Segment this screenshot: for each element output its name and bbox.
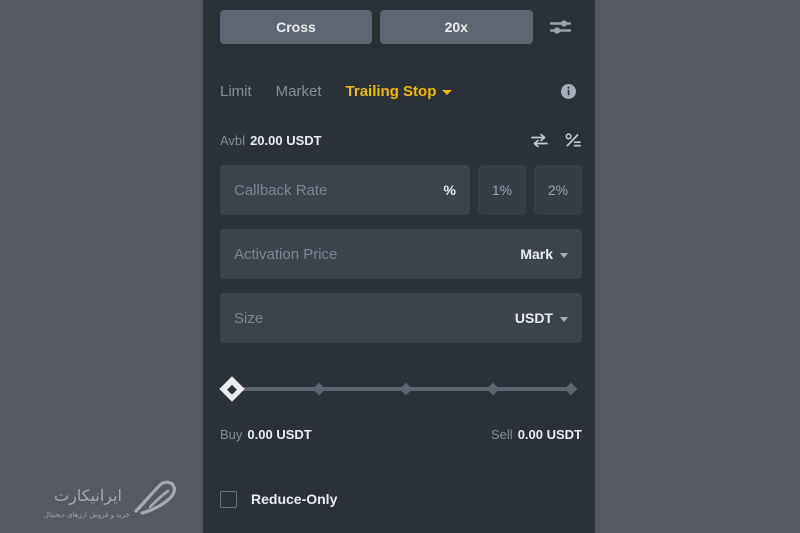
sell-cost-group: Sell 0.00 USDT: [491, 427, 582, 442]
chevron-down-icon: [560, 252, 568, 258]
callback-rate-input[interactable]: Callback Rate %: [220, 165, 470, 215]
available-balance-label: Avbl: [220, 132, 246, 148]
tab-limit[interactable]: Limit: [220, 83, 252, 100]
size-row: Size USDT: [220, 293, 582, 343]
balance-action-icons: [530, 131, 582, 149]
trading-order-panel: Cross 20x Limit Market Trailing Stop Avb…: [203, 0, 595, 533]
buy-value: 0.00 USDT: [247, 426, 312, 442]
reduce-only-row[interactable]: Reduce-Only: [220, 487, 582, 511]
quick-percent-1-button[interactable]: 1%: [478, 165, 526, 215]
callback-rate-placeholder: Callback Rate: [234, 181, 328, 199]
size-unit: USDT: [514, 310, 553, 326]
available-balance-value: 20.00 USDT: [250, 132, 322, 148]
percent-split-icon[interactable]: [564, 131, 582, 149]
reduce-only-checkbox[interactable]: [220, 490, 237, 508]
slider-handle[interactable]: [219, 376, 245, 402]
info-circle-icon[interactable]: [558, 81, 578, 101]
activation-price-unit-selector[interactable]: Mark: [520, 246, 568, 262]
tab-trailing-stop[interactable]: Trailing Stop: [346, 83, 437, 100]
chevron-down-icon: [560, 316, 568, 322]
callback-rate-row: Callback Rate % 1% 2%: [220, 165, 582, 215]
transfer-swap-icon[interactable]: [530, 131, 548, 149]
buy-label: Buy: [220, 426, 243, 442]
buy-cost-group: Buy 0.00 USDT: [220, 427, 312, 442]
size-placeholder: Size: [234, 309, 264, 327]
activation-price-placeholder: Activation Price: [234, 245, 338, 263]
slider-stop-50[interactable]: [399, 382, 413, 396]
sell-value: 0.00 USDT: [517, 426, 582, 442]
activation-price-unit: Mark: [520, 246, 553, 262]
size-percent-slider[interactable]: [219, 376, 582, 402]
settings-sliders-icon[interactable]: [545, 10, 578, 44]
available-balance-row: Avbl 20.00 USDT: [220, 130, 582, 150]
reduce-only-label: Reduce-Only: [251, 491, 338, 507]
leverage-button[interactable]: 20x: [379, 10, 533, 44]
slider-stop-100[interactable]: [564, 382, 578, 396]
size-input[interactable]: Size USDT: [220, 293, 582, 343]
order-type-tabs: Limit Market Trailing Stop: [220, 78, 578, 104]
activation-price-row: Activation Price Mark: [220, 229, 582, 279]
slider-stop-75[interactable]: [486, 382, 500, 396]
slider-stop-25[interactable]: [312, 382, 326, 396]
quick-percent-2-button[interactable]: 2%: [534, 165, 582, 215]
size-unit-selector[interactable]: USDT: [515, 310, 568, 326]
margin-mode-button[interactable]: Cross: [220, 10, 372, 44]
callback-rate-unit: %: [443, 182, 456, 198]
chevron-down-icon[interactable]: [442, 90, 453, 95]
sell-label: Sell: [491, 426, 513, 442]
buy-sell-cost-row: Buy 0.00 USDT Sell 0.00 USDT: [220, 424, 582, 444]
margin-leverage-row: Cross 20x: [220, 10, 578, 44]
tab-market[interactable]: Market: [276, 83, 322, 100]
activation-price-input[interactable]: Activation Price Mark: [220, 229, 582, 279]
